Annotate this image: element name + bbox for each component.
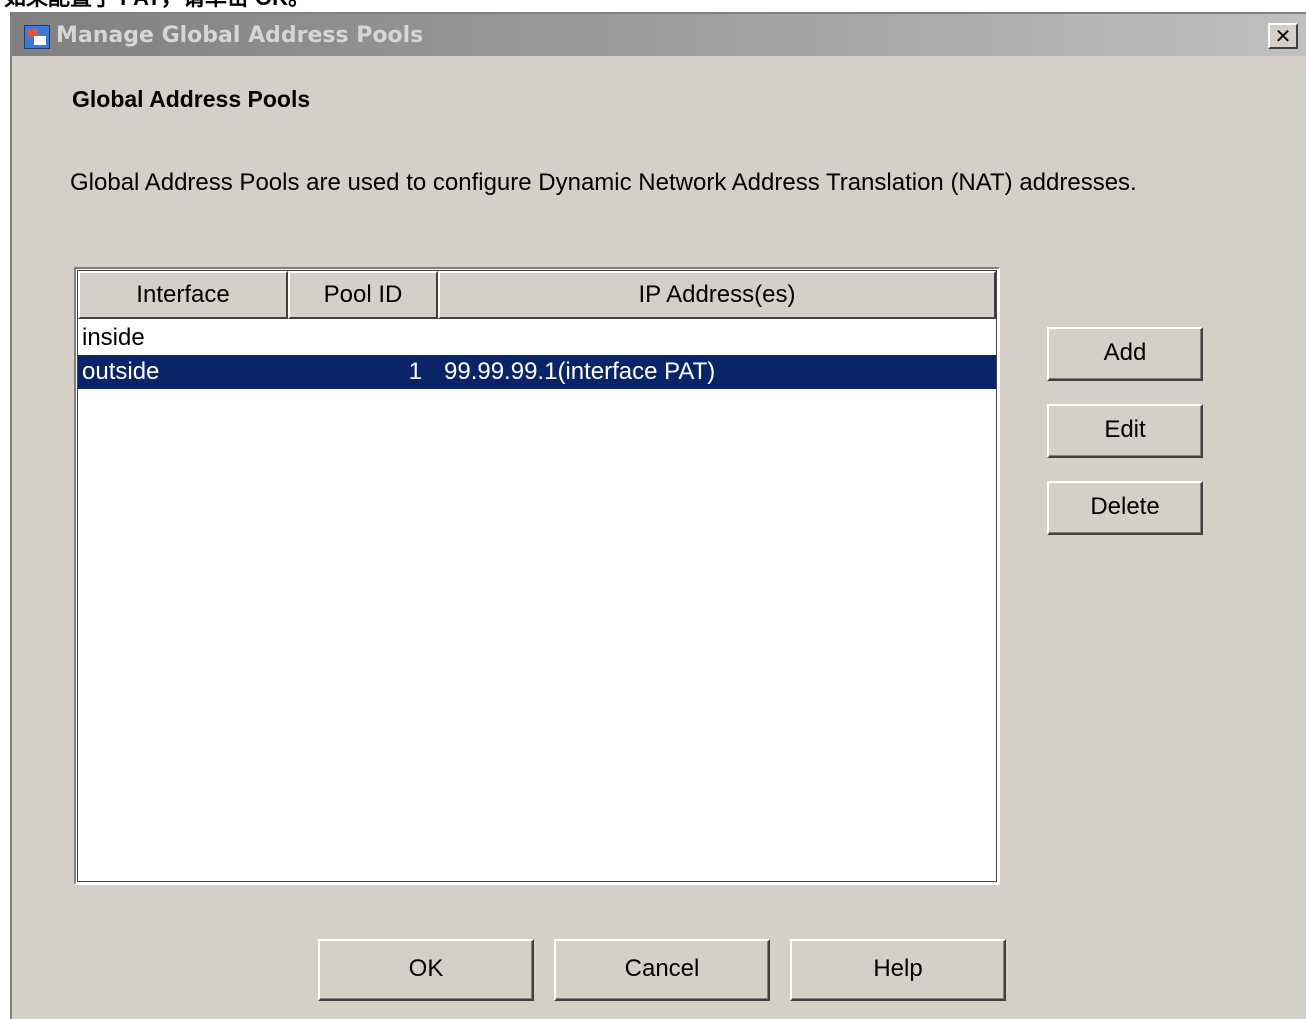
title-bar[interactable]: Manage Global Address Pools ✕ bbox=[12, 14, 1306, 56]
cell-ip-address bbox=[438, 321, 996, 355]
app-icon bbox=[24, 25, 50, 49]
manage-global-address-pools-dialog: Manage Global Address Pools ✕ Global Add… bbox=[10, 12, 1306, 1019]
ok-button[interactable]: OK bbox=[318, 939, 534, 1001]
close-icon: ✕ bbox=[1274, 24, 1292, 48]
window-title: Manage Global Address Pools bbox=[56, 23, 424, 48]
table-row[interactable]: inside bbox=[78, 321, 996, 355]
table-row-selected[interactable]: outside 1 99.99.99.1(interface PAT) bbox=[78, 355, 996, 389]
cell-ip-address: 99.99.99.1(interface PAT) bbox=[444, 358, 716, 385]
cancel-button[interactable]: Cancel bbox=[554, 939, 770, 1001]
cell-interface: outside bbox=[82, 358, 160, 385]
table-header: Interface Pool ID IP Address(es) bbox=[78, 271, 996, 319]
cell-pool-id bbox=[288, 321, 438, 355]
add-button[interactable]: Add bbox=[1047, 327, 1203, 381]
column-header-ip-addresses[interactable]: IP Address(es) bbox=[438, 271, 996, 319]
column-header-interface[interactable]: Interface bbox=[78, 271, 288, 319]
cell-pool-id: 1 bbox=[408, 358, 422, 385]
description-text: Global Address Pools are used to configu… bbox=[70, 169, 1137, 196]
close-button[interactable]: ✕ bbox=[1268, 23, 1298, 49]
edit-button[interactable]: Edit bbox=[1047, 404, 1203, 458]
section-heading: Global Address Pools bbox=[72, 86, 311, 112]
delete-button[interactable]: Delete bbox=[1047, 481, 1203, 535]
column-header-pool-id[interactable]: Pool ID bbox=[288, 271, 438, 319]
help-button[interactable]: Help bbox=[790, 939, 1006, 1001]
page-caption: 如果配置了 PAT，请单击 OK。 bbox=[4, 0, 310, 10]
cell-interface: inside bbox=[82, 324, 145, 351]
pools-table: Interface Pool ID IP Address(es) inside … bbox=[74, 267, 1000, 885]
